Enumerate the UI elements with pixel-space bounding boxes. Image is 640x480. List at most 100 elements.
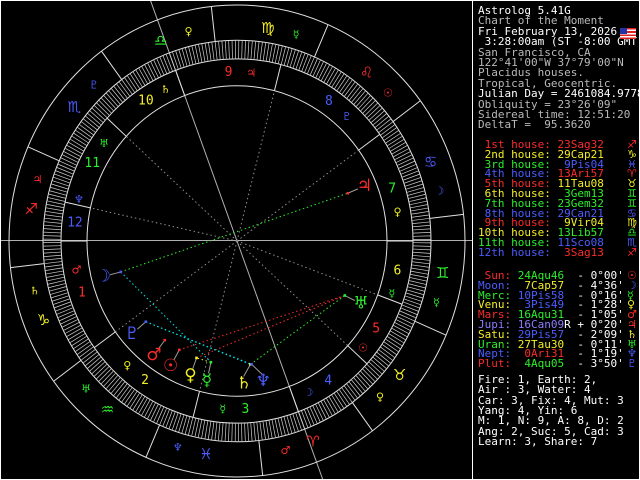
house-row: 12th house: 3Sag13 ♐ [478,245,637,259]
zodiac-sign-glyph: ♏ [68,98,82,116]
house-ruler-icon: ♆ [74,193,84,206]
degree-tick [397,316,414,325]
house-number: 10 [138,94,154,109]
degree-tick [135,396,145,412]
degree-tick [402,170,419,178]
degree-tick [43,228,61,231]
degree-tick [156,407,165,424]
zodiac-sign-glyph: ♌ [360,64,373,82]
degree-tick [58,310,75,318]
house-ruler-icon: ♇ [342,110,352,123]
aspect-line [196,357,212,363]
degree-tick [63,151,80,160]
degree-tick [172,52,179,69]
degree-tick [47,280,65,285]
sign-boundary [258,440,264,476]
degree-tick [247,423,250,441]
degree-tick [334,73,345,89]
degree-tick [413,251,431,254]
degree-tick [385,133,401,144]
degree-tick [73,133,89,144]
degree-tick [268,420,273,439]
degree-tick [60,157,77,166]
planet-pointer [109,271,121,276]
sign-ruler-icon: ♆ [173,441,183,454]
degree-tick [44,261,62,264]
degree-tick [271,44,277,63]
degree-tick [328,396,339,412]
degree-tick [250,41,253,59]
degree-tick [129,73,140,89]
degree-tick [409,277,427,282]
degree-tick [221,423,224,441]
zodiac-sign-glyph: ♉ [393,366,406,384]
degree-tick [412,258,430,261]
sign-ruler-icon: ☉ [383,86,393,99]
degree-tick [401,167,418,175]
degree-tick [388,139,404,149]
pluto-glyph: ♇ [125,324,140,344]
degree-tick [191,418,197,436]
degree-tick [62,319,78,328]
degree-tick [312,60,321,77]
degree-tick [412,255,430,258]
degree-tick [298,412,305,429]
degree-tick [43,231,61,234]
degree-tick [217,422,221,441]
degree-tick [71,336,87,346]
degree-tick [268,44,273,62]
degree-tick [380,346,395,358]
degree-tick [62,154,78,163]
degree-tick [394,151,411,160]
degree-tick [127,75,138,91]
degree-tick [413,228,431,231]
degree-tick [43,248,61,250]
house-cusp-ray [115,240,238,333]
saturn-glyph: ♄ [236,374,251,394]
house-boundary [106,117,127,137]
sign-ruler-icon: ♄ [30,285,40,298]
degree-tick [382,344,397,355]
degree-tick [307,57,315,74]
house-boundary [93,331,116,349]
header-line: DeltaT = 95.3620 [478,118,591,132]
aspect-line [120,271,212,363]
zodiac-sign-glyph: ♑ [37,311,50,329]
degree-tick [214,422,218,441]
degree-tick [331,71,342,88]
degree-tick [124,77,135,93]
zodiac-sign-glyph: ♍ [261,19,274,37]
degree-tick [208,42,212,61]
degree-tick [262,42,267,61]
degree-tick [228,423,230,442]
degree-tick [339,77,350,93]
degree-tick [65,148,81,157]
degree-tick [147,63,156,80]
degree-tick [59,313,76,322]
degree-tick [334,393,345,409]
degree-tick [211,42,215,60]
sign-boundary [145,424,161,458]
degree-tick [77,127,92,138]
degree-tick [411,211,429,215]
house-number: 8 [325,94,333,109]
degree-tick [326,68,336,84]
house-number: 1 [78,285,86,300]
house-number: 6 [394,263,402,278]
degree-tick [153,60,162,77]
uranus-position-dot [343,294,347,297]
degree-tick [70,333,86,343]
degree-tick [77,344,92,355]
degree-tick [207,421,212,440]
degree-tick [65,324,81,334]
degree-tick [259,42,263,60]
house-boundary [192,391,201,418]
degree-tick [144,64,154,81]
degree-tick [48,193,66,199]
degree-tick [409,197,427,202]
degree-tick [304,409,312,427]
degree-tick [411,214,429,218]
house-number: 4 [324,373,332,388]
degree-tick [397,157,414,166]
zodiac-sign-glyph: ♈ [306,432,319,450]
